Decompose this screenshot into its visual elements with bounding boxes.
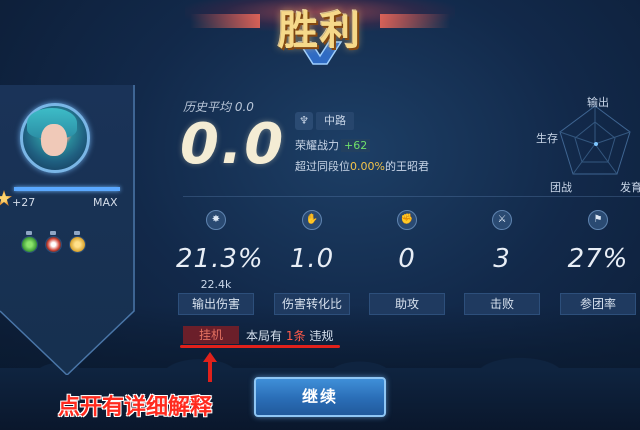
- annotation-arrow-icon: [203, 352, 217, 382]
- avatar-face: [41, 124, 67, 156]
- stat-label: 助攻: [369, 293, 445, 315]
- xp-max: MAX: [93, 196, 118, 209]
- violation-notice[interactable]: 本局有 1条 违规: [246, 327, 333, 344]
- stat-label: 输出伤害: [178, 293, 254, 315]
- rank-exceed-line: 超过同段位0.00%的王昭君: [295, 158, 429, 174]
- stat-label: 伤害转化比: [274, 293, 350, 315]
- victory-banner: 胜利: [170, 0, 470, 72]
- participation-icon: ⚑: [588, 210, 608, 230]
- violation-count: 1条: [285, 329, 306, 343]
- radar-label-development: 发育: [620, 181, 640, 194]
- stat-sub: [272, 278, 352, 291]
- stat-value: 27%: [567, 244, 629, 274]
- stat-sub: 22.4k: [200, 278, 232, 291]
- stat-damage-output[interactable]: ✸ 21.3% 22.4k 输出伤害: [176, 210, 264, 315]
- green-shield-badge-icon[interactable]: [21, 231, 38, 253]
- damage-output-icon: ✸: [206, 210, 226, 230]
- lane-icon: ♆: [295, 112, 313, 130]
- match-score: 0.0: [180, 112, 286, 177]
- violation-suffix: 违规: [309, 329, 334, 343]
- stat-label: 参团率: [560, 293, 636, 315]
- victory-title: 胜利: [278, 7, 362, 54]
- exceed-suffix: 的王昭君: [384, 160, 429, 173]
- exceed-prefix: 超过同段位: [295, 160, 350, 173]
- xp-progress-bar: [14, 187, 120, 191]
- stat-value: 1.0: [289, 244, 335, 274]
- glory-delta: +62: [341, 139, 371, 152]
- xp-progress-fill: [14, 187, 120, 191]
- glory-label: 荣耀战力: [295, 139, 339, 152]
- stat-participation[interactable]: ⚑ 27% 参团率: [558, 210, 638, 315]
- stat-value: 21.3%: [176, 244, 264, 274]
- continue-button[interactable]: 继续: [254, 377, 386, 417]
- radar-label-output: 输出: [587, 96, 609, 109]
- badge-tip: [26, 231, 32, 235]
- gold-coin-badge-icon[interactable]: [69, 231, 86, 253]
- annotation-caption: 点开有详细解释: [58, 395, 213, 420]
- red-white-badge-icon[interactable]: [45, 231, 62, 253]
- exceed-percent: 0.00%: [350, 160, 385, 173]
- badge-tip: [50, 231, 56, 235]
- annotation-underline: [180, 345, 340, 348]
- hero-avatar[interactable]: [20, 103, 90, 173]
- badge-tip: [74, 231, 80, 235]
- stat-kills[interactable]: ⚔ 3 击败: [462, 210, 542, 315]
- xp-gain: +27: [12, 196, 36, 209]
- section-divider: [183, 196, 640, 197]
- stat-value: 0: [398, 244, 416, 274]
- stat-sub: [462, 278, 542, 291]
- glory-power: 荣耀战力 +62: [295, 137, 371, 153]
- radar-label-teamfight: 团战: [550, 181, 572, 194]
- violation-prefix: 本局有: [246, 329, 283, 343]
- stat-label: 击败: [464, 293, 540, 315]
- kill-icon: ⚔: [492, 210, 512, 230]
- stat-assist[interactable]: ✊ 0 助攻: [367, 210, 447, 315]
- afk-violation-tag[interactable]: 挂机: [183, 326, 239, 344]
- damage-conversion-icon: ✋: [302, 210, 322, 230]
- performance-radar[interactable]: 输出 生存 团战 发育: [530, 92, 640, 197]
- stat-sub: [558, 278, 638, 291]
- stat-value: 3: [493, 244, 511, 274]
- stat-sub: [367, 278, 447, 291]
- assist-icon: ✊: [397, 210, 417, 230]
- stat-damage-conversion[interactable]: ✋ 1.0 伤害转化比: [272, 210, 352, 315]
- lane-tag: 中路: [316, 112, 354, 130]
- radar-label-survival: 生存: [536, 132, 558, 145]
